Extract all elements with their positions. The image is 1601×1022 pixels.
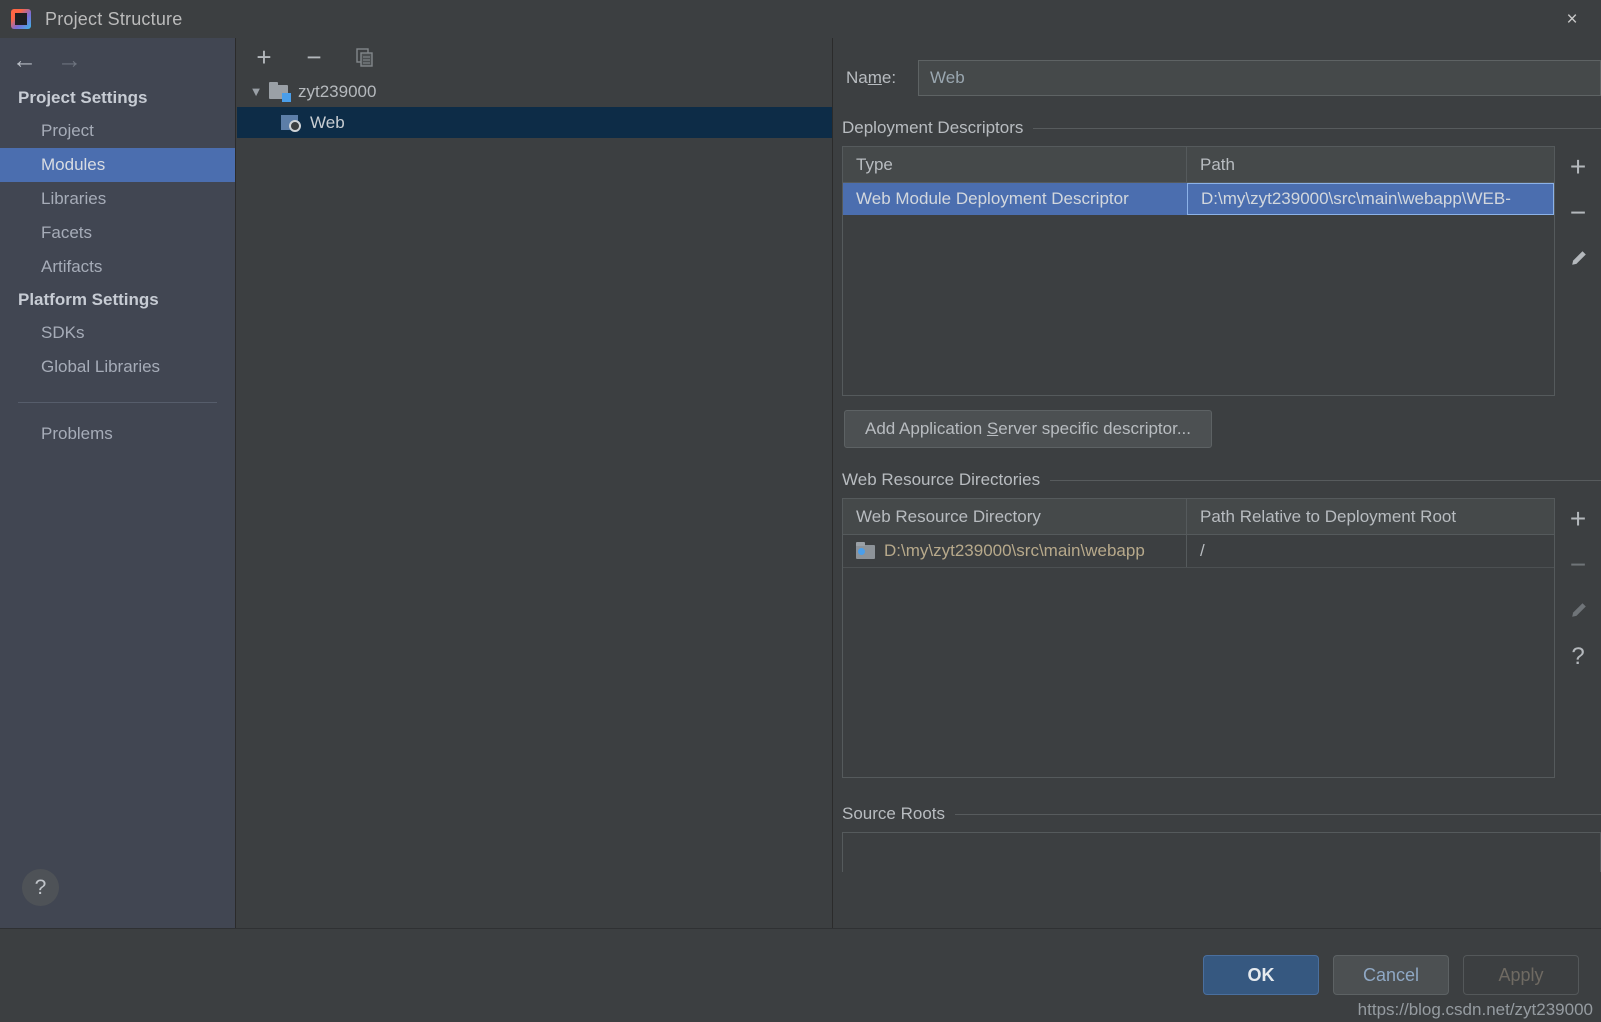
source-roots-table[interactable]	[842, 832, 1601, 872]
sidebar-item-artifacts[interactable]: Artifacts	[0, 250, 235, 284]
deployment-descriptors-header: Deployment Descriptors	[842, 118, 1601, 138]
project-folder-icon	[269, 82, 291, 102]
tree-node-project[interactable]: ▼ zyt239000	[237, 76, 832, 107]
column-header-web-resource-directory[interactable]: Web Resource Directory	[843, 499, 1187, 534]
table-row[interactable]: Web Module Deployment Descriptor D:\my\z…	[843, 183, 1554, 215]
cell-path[interactable]: D:\my\zyt239000\src\main\webapp\WEB-	[1187, 183, 1554, 215]
source-roots-header: Source Roots	[842, 804, 1601, 824]
title-bar: Project Structure ×	[0, 0, 1601, 38]
edit-descriptor-button[interactable]	[1563, 244, 1593, 274]
web-resource-directories-table: Web Resource Directory Path Relative to …	[842, 498, 1555, 778]
table-header: Web Resource Directory Path Relative to …	[843, 499, 1554, 535]
web-resource-folder-icon	[856, 542, 875, 559]
module-name-row: Name:	[834, 60, 1601, 96]
back-arrow-icon[interactable]: ←	[12, 47, 37, 73]
edit-resource-dir-button[interactable]	[1563, 596, 1593, 626]
section-title: Deployment Descriptors	[842, 118, 1024, 137]
tree-node-web[interactable]: Web	[237, 107, 832, 138]
intellij-logo-icon	[11, 9, 31, 29]
sidebar-group-platform-settings: Platform Settings	[18, 290, 159, 309]
section-rule	[1033, 127, 1601, 129]
cell-type[interactable]: Web Module Deployment Descriptor	[843, 183, 1187, 215]
column-header-relative-path[interactable]: Path Relative to Deployment Root	[1187, 499, 1554, 534]
module-name-label: Name:	[846, 68, 897, 87]
sidebar-item-project[interactable]: Project	[0, 114, 235, 148]
resource-dir-help-button[interactable]: ?	[1563, 642, 1593, 672]
web-resource-directories-toolbar: + − ?	[1555, 498, 1601, 778]
chevron-down-icon[interactable]: ▼	[243, 84, 269, 99]
help-button[interactable]: ?	[22, 869, 59, 906]
web-module-icon	[281, 114, 301, 132]
section-title: Web Resource Directories	[842, 470, 1041, 489]
table-header: Type Path	[843, 147, 1554, 183]
settings-sidebar: ← → Project Settings Project Modules Lib…	[0, 38, 236, 928]
tree-node-label: Web	[310, 112, 345, 132]
column-header-path[interactable]: Path	[1187, 147, 1554, 182]
deployment-descriptors-table: Type Path Web Module Deployment Descript…	[842, 146, 1555, 396]
sidebar-nav-arrows: ← →	[0, 38, 235, 82]
cell-directory[interactable]: D:\my\zyt239000\src\main\webapp	[843, 535, 1187, 567]
add-server-descriptor-row: Add Application Server specific descript…	[844, 410, 1601, 448]
section-rule	[955, 813, 1601, 815]
cancel-button[interactable]: Cancel	[1333, 955, 1449, 995]
remove-descriptor-button[interactable]: −	[1563, 198, 1593, 228]
add-module-button[interactable]: +	[251, 44, 277, 70]
module-name-input[interactable]	[918, 60, 1601, 96]
module-tree-toolbar: + −	[237, 38, 832, 76]
apply-button: Apply	[1463, 955, 1579, 995]
deployment-descriptors-table-wrap: Type Path Web Module Deployment Descript…	[842, 146, 1601, 396]
add-descriptor-button[interactable]: +	[1563, 152, 1593, 182]
section-title: Source Roots	[842, 804, 945, 823]
watermark-text: https://blog.csdn.net/zyt239000	[1357, 1000, 1593, 1019]
copy-module-button[interactable]	[351, 44, 377, 70]
window-title: Project Structure	[45, 8, 183, 29]
add-resource-dir-button[interactable]: +	[1563, 504, 1593, 534]
tree-node-label: zyt239000	[298, 81, 377, 101]
project-structure-dialog: Project Structure × ← → Project Settings…	[0, 0, 1601, 1022]
sidebar-item-facets[interactable]: Facets	[0, 216, 235, 250]
table-row[interactable]: D:\my\zyt239000\src\main\webapp /	[843, 535, 1554, 567]
sidebar-group-project-settings: Project Settings	[18, 88, 148, 107]
dialog-buttons: OK Cancel Apply	[1203, 955, 1579, 995]
sidebar-divider	[18, 402, 217, 403]
column-header-type[interactable]: Type	[843, 147, 1187, 182]
sidebar-item-sdks[interactable]: SDKs	[0, 316, 235, 350]
web-resource-directories-header: Web Resource Directories	[842, 470, 1601, 490]
add-application-server-descriptor-button[interactable]: Add Application Server specific descript…	[844, 410, 1213, 448]
sidebar-item-problems[interactable]: Problems	[0, 417, 235, 451]
ok-button[interactable]: OK	[1203, 955, 1319, 995]
sidebar-item-libraries[interactable]: Libraries	[0, 182, 235, 216]
section-rule	[1050, 479, 1601, 481]
sidebar-item-modules[interactable]: Modules	[0, 148, 235, 182]
forward-arrow-icon[interactable]: →	[57, 47, 82, 73]
deployment-descriptors-toolbar: + −	[1555, 146, 1601, 396]
dialog-footer: OK Cancel Apply https://blog.csdn.net/zy…	[0, 928, 1601, 1022]
row-divider	[843, 567, 1554, 568]
remove-resource-dir-button[interactable]: −	[1563, 550, 1593, 580]
cell-relative-path[interactable]: /	[1187, 535, 1554, 567]
web-resource-directories-table-wrap: Web Resource Directory Path Relative to …	[842, 498, 1601, 778]
cell-directory-label: D:\my\zyt239000\src\main\webapp	[884, 541, 1145, 560]
remove-module-button[interactable]: −	[301, 44, 327, 70]
module-details-panel: Name: Deployment Descriptors Type Path W…	[834, 38, 1601, 928]
close-icon[interactable]: ×	[1543, 0, 1601, 38]
module-tree-panel: + − ▼ zyt239000 Web	[237, 38, 833, 928]
sidebar-item-global-libraries[interactable]: Global Libraries	[0, 350, 235, 384]
